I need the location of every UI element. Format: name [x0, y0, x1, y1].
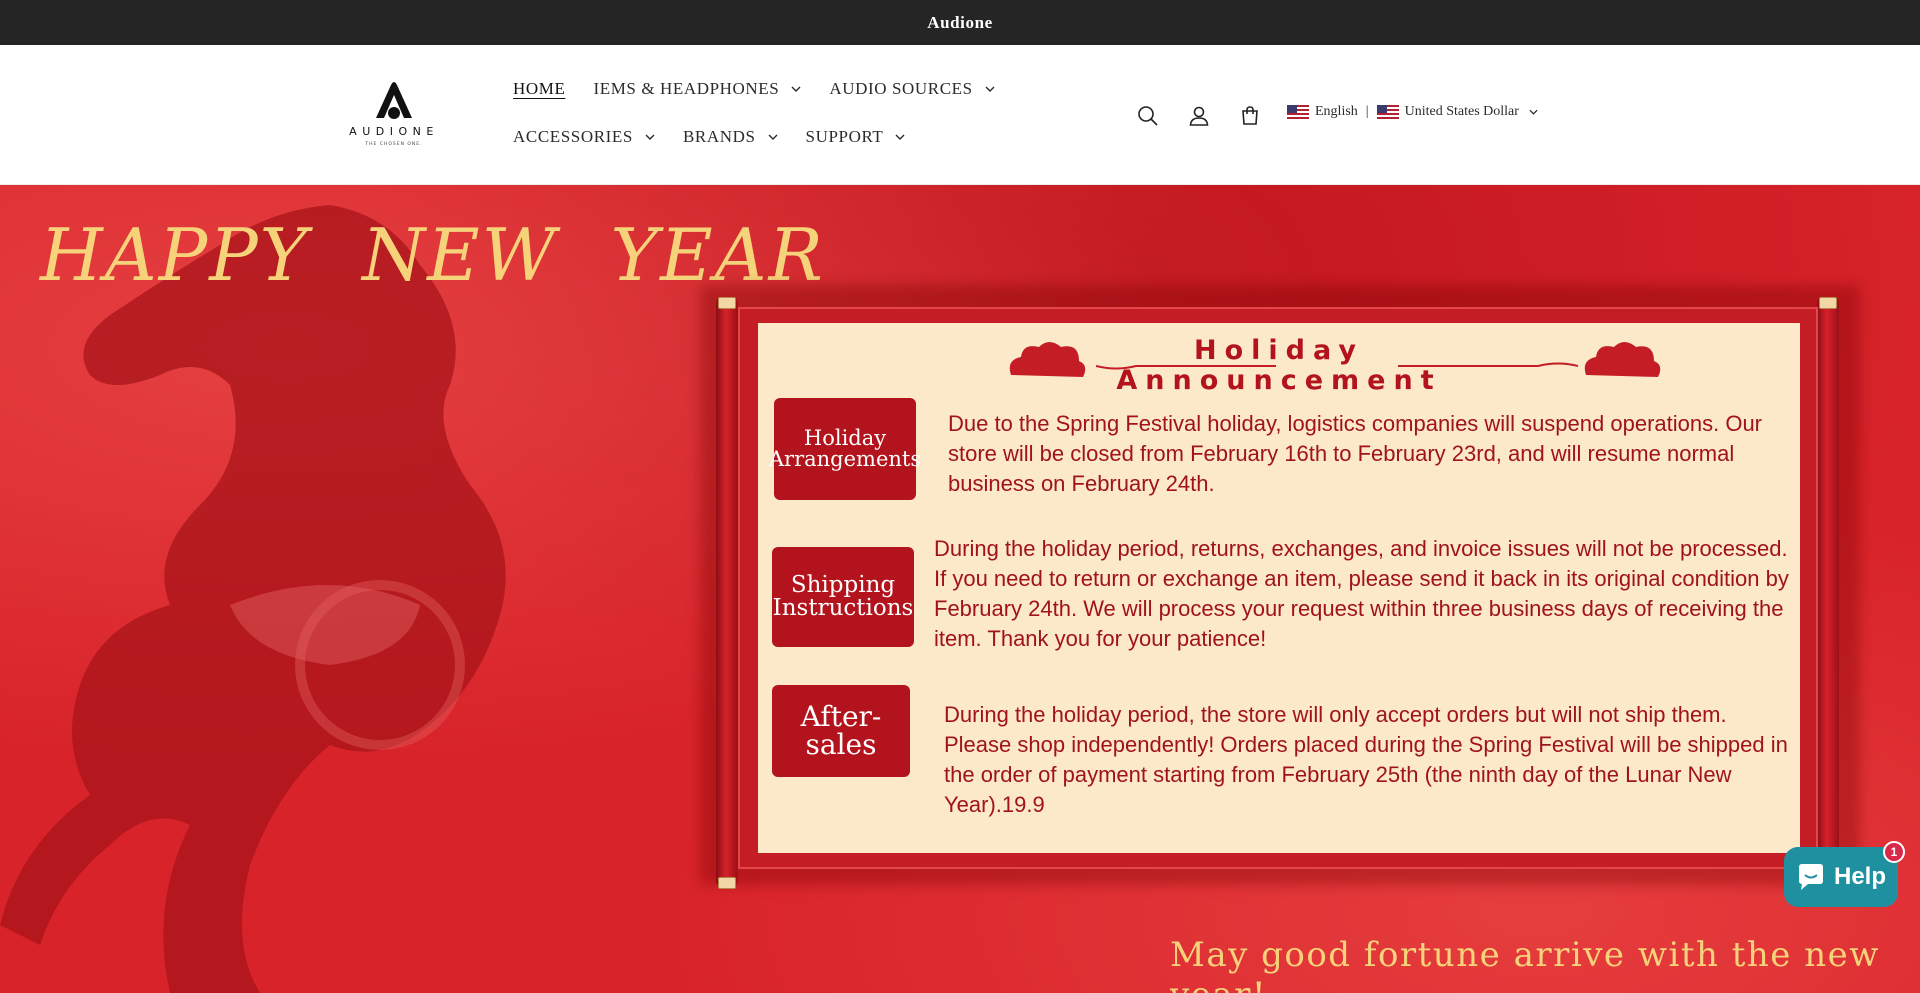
announcement-title-line2: Announcement	[1116, 365, 1442, 396]
us-flag-icon	[1287, 105, 1309, 119]
search-icon	[1138, 106, 1158, 126]
nav-item-label: IEMS & HEADPHONES	[593, 79, 780, 98]
help-label: Help	[1833, 863, 1886, 890]
nav-item-label: HOME	[513, 79, 566, 98]
currency-label[interactable]: United States Dollar	[1405, 104, 1519, 120]
header-icons	[1130, 98, 1283, 134]
main-nav: HOME IEMS & HEADPHONES AUDIO SOURCES ACC…	[513, 65, 1113, 161]
us-flag-icon	[1376, 105, 1399, 119]
hero-banner[interactable]: HAPPY NEW YEAR Holiday Announcement Holi…	[0, 185, 1920, 993]
section-text-holiday-arrangements: Due to the Spring Festival holiday, logi…	[948, 411, 1762, 496]
nav-item-label: BRANDS	[682, 127, 756, 146]
nav-item-support[interactable]: SUPPORT	[806, 127, 906, 147]
chevron-down-icon	[791, 86, 801, 92]
nav-item-label: ACCESSORIES	[513, 127, 633, 146]
announcement-text: Audione	[927, 12, 993, 32]
rod-cap	[718, 297, 736, 309]
nav-item-accessories[interactable]: ACCESSORIES	[513, 127, 655, 147]
logo[interactable]: AUDIONE THE CHOSEN ONE.	[342, 75, 446, 155]
logo-wordmark: AUDIONE	[349, 125, 439, 138]
nav-item-label: SUPPORT	[805, 127, 884, 146]
scroll-rod-left	[716, 297, 738, 887]
announcement-bar: Audione	[0, 0, 1920, 45]
search-button[interactable]	[1130, 98, 1166, 134]
account-button[interactable]	[1181, 98, 1217, 134]
account-icon	[1189, 106, 1209, 126]
cart-icon	[1242, 106, 1258, 125]
logo-tagline: THE CHOSEN ONE.	[364, 141, 422, 147]
nav-item-audio-sources[interactable]: AUDIO SOURCES	[829, 79, 995, 99]
nav-row-2: ACCESSORIES BRANDS SUPPORT	[513, 113, 1113, 161]
chevron-down-icon	[1529, 109, 1538, 115]
rod-cap	[1819, 297, 1837, 309]
horse-illustration	[0, 205, 506, 993]
language-label[interactable]: English	[1315, 104, 1358, 120]
nav-item-home[interactable]: HOME	[513, 79, 565, 99]
nav-row-1: HOME IEMS & HEADPHONES AUDIO SOURCES	[513, 65, 1113, 113]
announcement-title-line1: Holiday	[1194, 335, 1364, 366]
section-text-shipping-instructions: During the holiday period, returns, exch…	[934, 536, 1789, 651]
chevron-down-icon	[985, 86, 995, 92]
chat-bubble-icon	[1798, 864, 1823, 890]
notification-badge: 1	[1883, 841, 1905, 863]
chevron-down-icon	[768, 134, 778, 140]
announcement-paper: Holiday Announcement Holiday Arrangement…	[758, 323, 1800, 853]
locale-selector[interactable]: English | United States Dollar	[1287, 104, 1538, 120]
chevron-down-icon	[645, 134, 655, 140]
site-header: AUDIONE THE CHOSEN ONE. HOME IEMS & HEAD…	[0, 45, 1920, 185]
nav-item-brands[interactable]: BRANDS	[683, 127, 778, 147]
hero-footer-text: May good fortune arrive with the new yea…	[1170, 935, 1880, 993]
rod-cap	[718, 877, 736, 889]
scroll-rod-right	[1817, 297, 1839, 887]
locale-separator: |	[1365, 104, 1369, 119]
nav-item-iems-headphones[interactable]: IEMS & HEADPHONES	[593, 79, 801, 99]
chevron-down-icon	[895, 134, 905, 140]
help-chat-button[interactable]: Help	[1784, 847, 1898, 907]
section-label-shipping-instructions: Shipping Instructions	[772, 547, 914, 647]
nav-item-label: AUDIO SOURCES	[829, 79, 973, 98]
cart-button[interactable]	[1232, 98, 1268, 134]
section-label-holiday-arrangements: Holiday Arrangements	[769, 398, 921, 500]
section-label-after-sales: After-sales	[772, 685, 910, 777]
announcement-scroll: Holiday Announcement Holiday Arrangement…	[738, 307, 1818, 869]
section-text-after-sales: During the holiday period, the store wil…	[944, 702, 1788, 817]
